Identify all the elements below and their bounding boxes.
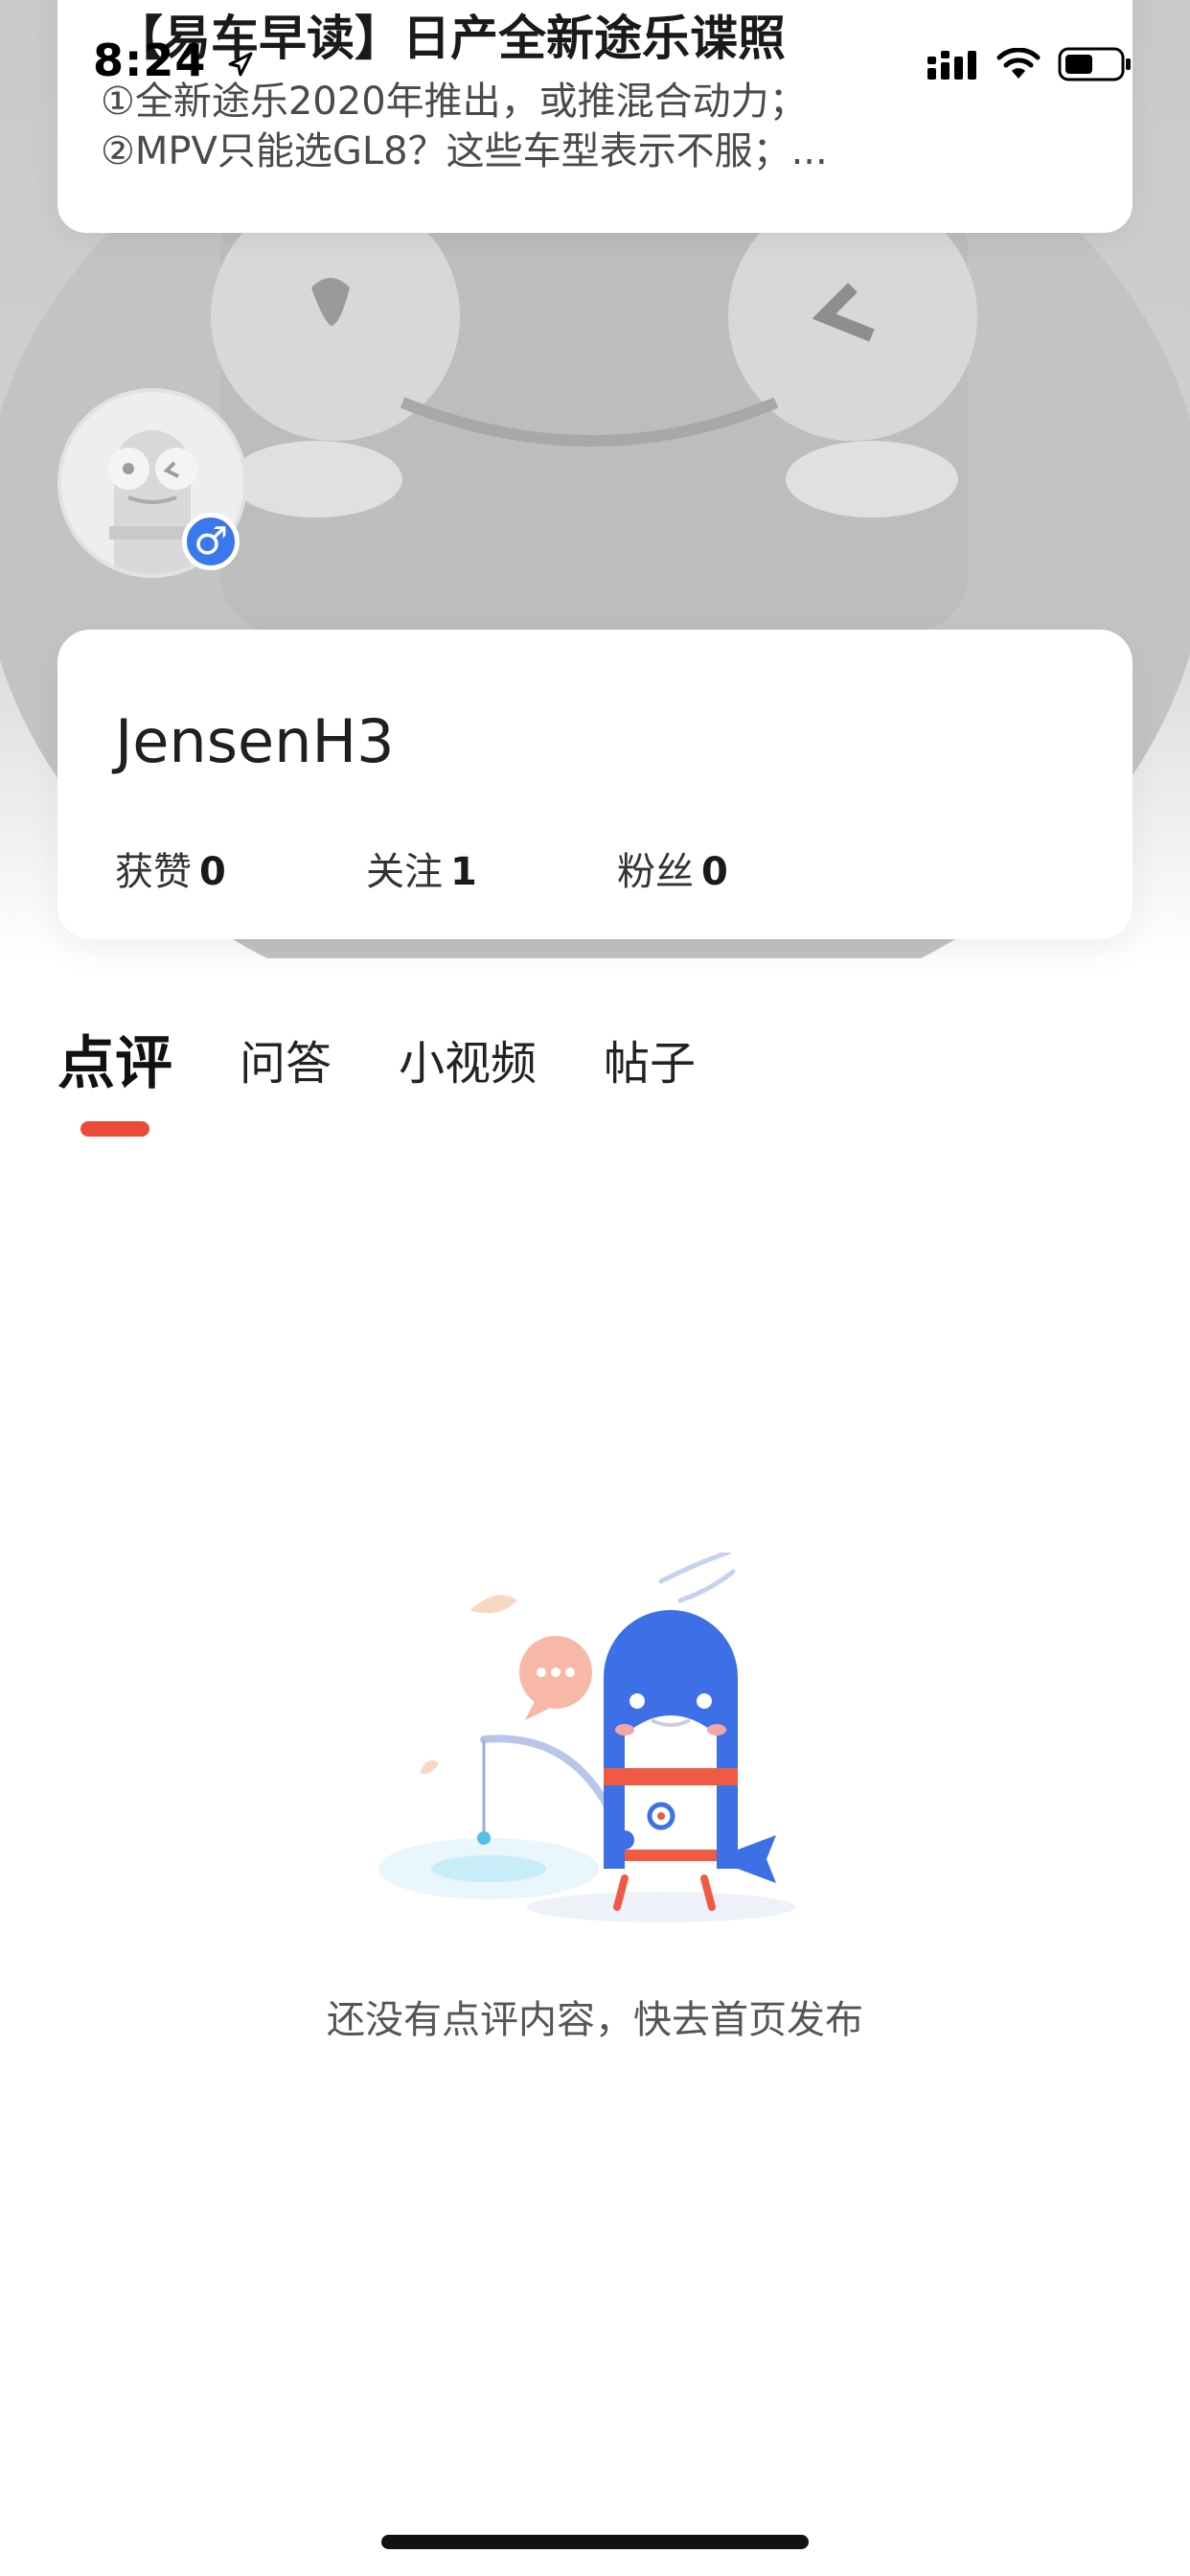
battery-icon xyxy=(1058,47,1131,81)
tab-reviews[interactable]: 点评 xyxy=(57,1035,172,1137)
profile-page: 【易车早读】日产全新途乐谍照 ①全新途乐2020年推出，或推混合动力； ②MPV… xyxy=(0,0,1190,2576)
tab-short-video[interactable]: 小视频 xyxy=(399,1035,537,1092)
stat-value: 0 xyxy=(199,850,226,894)
profile-card: JensenH3 获赞 0 关注 1 粉丝 0 xyxy=(57,630,1133,939)
tab-label: 小视频 xyxy=(399,1037,538,1091)
home-indicator[interactable] xyxy=(381,2535,809,2549)
signal-icon xyxy=(927,51,976,80)
stat-followers[interactable]: 粉丝 0 xyxy=(617,840,868,896)
stat-label: 粉丝 xyxy=(617,850,694,894)
stat-value: 1 xyxy=(450,850,477,894)
tab-label: 帖子 xyxy=(604,1037,697,1091)
stat-likes[interactable]: 获赞 0 xyxy=(115,840,366,896)
active-tab-indicator xyxy=(80,1121,149,1137)
location-arrow-icon xyxy=(228,52,253,76)
stat-label: 关注 xyxy=(366,850,443,894)
news-card-line: ②MPV只能选GL8？这些车型表示不服；... xyxy=(101,129,828,173)
status-time-text: 8:24 xyxy=(93,34,207,86)
news-card-description: ①全新途乐2020年推出，或推混合动力； ②MPV只能选GL8？这些车型表示不服… xyxy=(101,77,1059,176)
content-tabs: 点评 问答 小视频 帖子 xyxy=(57,1035,763,1137)
tab-qa[interactable]: 问答 xyxy=(240,1035,332,1092)
gender-symbol: ♂ xyxy=(194,519,228,564)
status-time: 8:24 xyxy=(93,34,255,86)
empty-state-illustration xyxy=(378,1552,795,1922)
empty-state-message: 还没有点评内容，快去首页发布 xyxy=(327,1998,863,2042)
tab-posts[interactable]: 帖子 xyxy=(604,1035,696,1092)
tab-label: 问答 xyxy=(240,1037,332,1091)
username: JensenH3 xyxy=(115,706,395,776)
wifi-icon xyxy=(996,48,1041,79)
tab-label: 点评 xyxy=(57,1030,172,1097)
stat-value: 0 xyxy=(701,850,728,894)
stat-following[interactable]: 关注 1 xyxy=(366,840,617,896)
stat-label: 获赞 xyxy=(115,850,192,894)
status-icons xyxy=(927,46,1133,82)
male-icon: ♂ xyxy=(182,513,240,570)
profile-stats: 获赞 0 关注 1 粉丝 0 xyxy=(115,840,868,896)
